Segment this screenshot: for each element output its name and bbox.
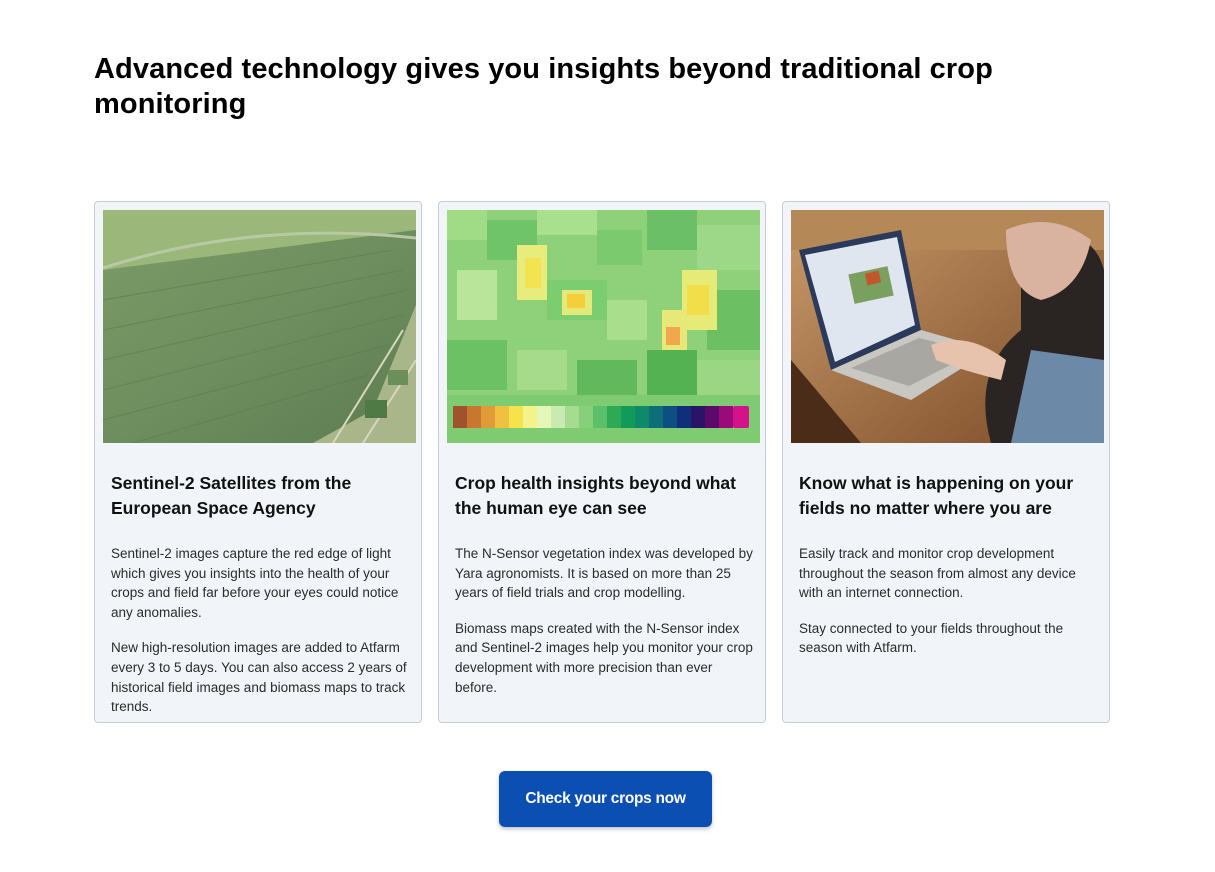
feature-cards: Sentinel-2 Satellites from the European …	[94, 201, 1110, 723]
laptop-user-image	[791, 210, 1104, 443]
biomass-heatmap-image	[447, 210, 760, 443]
card-body: The N-Sensor vegetation index was develo…	[455, 544, 757, 713]
aerial-field-image	[103, 210, 416, 443]
section-headline: Advanced technology gives you insights b…	[94, 53, 993, 120]
ndvi-color-scale	[453, 406, 749, 428]
check-crops-button[interactable]: Check your crops now	[499, 771, 712, 827]
card-paragraph: New high-resolution images are added to …	[111, 640, 407, 715]
card-body: Easily track and monitor crop developmen…	[799, 544, 1101, 674]
card-title: Crop health insights beyond what the hum…	[455, 473, 736, 518]
card-paragraph: The N-Sensor vegetation index was develo…	[455, 546, 753, 601]
card-title: Sentinel-2 Satellites from the European …	[111, 473, 352, 518]
card-paragraph: Biomass maps created with the N-Sensor i…	[455, 620, 753, 695]
card-title: Know what is happening on your fields no…	[799, 473, 1074, 518]
feature-card-anywhere: Know what is happening on your fields no…	[782, 201, 1110, 723]
card-body: Sentinel-2 images capture the red edge o…	[111, 544, 413, 733]
card-paragraph: Stay connected to your fields throughout…	[799, 620, 1064, 656]
feature-card-crop-health: Crop health insights beyond what the hum…	[438, 201, 766, 723]
card-paragraph: Sentinel-2 images capture the red edge o…	[111, 546, 399, 620]
card-paragraph: Easily track and monitor crop developmen…	[799, 546, 1076, 601]
feature-card-satellites: Sentinel-2 Satellites from the European …	[94, 201, 422, 723]
